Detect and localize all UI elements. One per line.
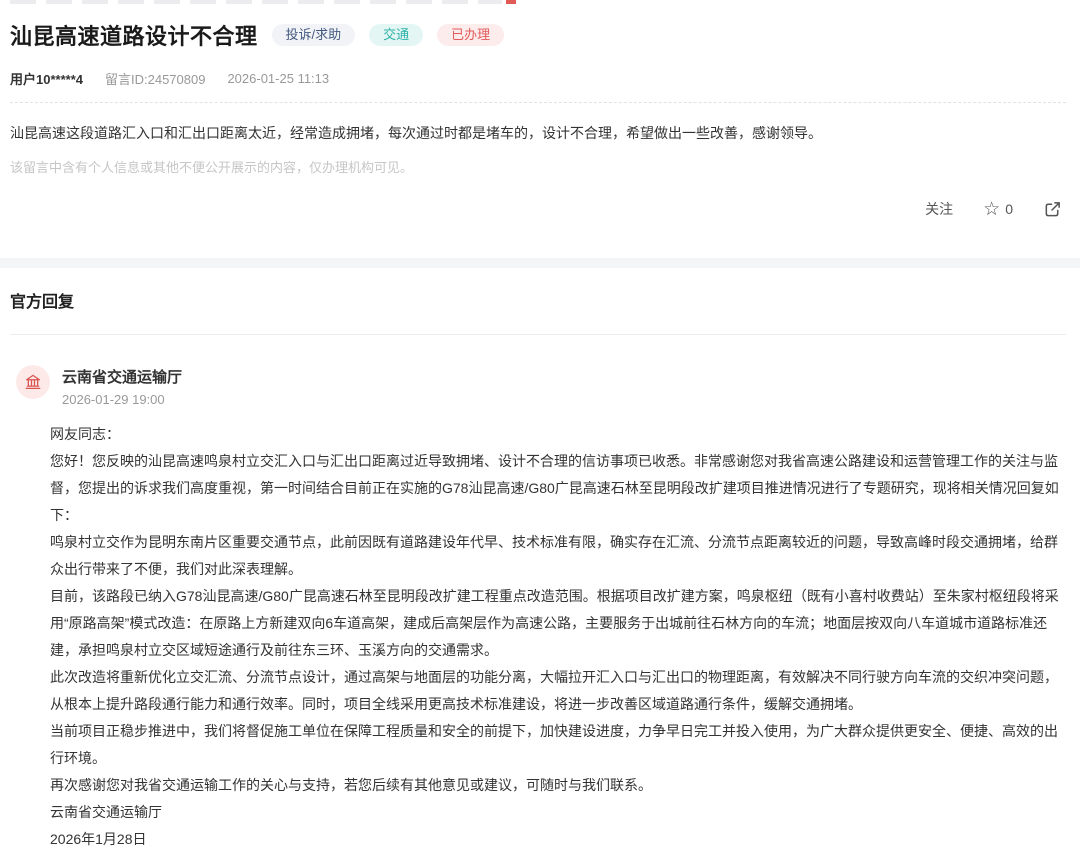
- dashed-divider: [10, 102, 1066, 103]
- reply-paragraph: 云南省交通运输厅: [50, 799, 1060, 826]
- message-id: 留言ID:24570809: [105, 69, 205, 88]
- reply-body: 网友同志：您好！您反映的汕昆高速鸣泉村立交汇入口与汇出口距离过近导致拥堵、设计不…: [10, 421, 1066, 853]
- section-separator: [0, 258, 1080, 268]
- official-reply-card: 官方回复 云南省交通运输厅 2026-01-29 19:00 网友同志：您好！您…: [0, 268, 1080, 863]
- cropped-red-fragment: [506, 0, 516, 4]
- share-icon: [1043, 200, 1062, 219]
- page-title: 汕昆高速道路设计不合理: [10, 19, 258, 51]
- tag-status-processed: 已办理: [437, 24, 504, 46]
- avatar: [16, 365, 50, 399]
- reply-section-title: 官方回复: [10, 288, 1066, 312]
- question-card: 汕昆高速道路设计不合理 投诉/求助 交通 已办理 用户10*****4 留言ID…: [0, 5, 1080, 258]
- reply-paragraph: 此次改造将重新优化立交汇流、分流节点设计，通过高架与地面层的功能分离，大幅拉开汇…: [50, 664, 1060, 718]
- question-content: 汕昆高速这段道路汇入口和汇出口距离太近，经常造成拥堵，每次通过时都是堵车的，设计…: [10, 121, 1066, 145]
- reply-timestamp: 2026-01-29 19:00: [62, 392, 182, 407]
- share-button[interactable]: [1043, 200, 1062, 219]
- follow-button[interactable]: 关注: [925, 199, 953, 219]
- star-button[interactable]: ☆ 0: [983, 200, 1013, 219]
- title-row: 汕昆高速道路设计不合理 投诉/求助 交通 已办理: [10, 19, 1066, 51]
- action-row: 关注 ☆ 0: [10, 196, 1066, 222]
- tag-complaint-type[interactable]: 投诉/求助: [272, 24, 356, 46]
- message-timestamp: 2026-01-25 11:13: [227, 71, 329, 86]
- reply-paragraph: 目前，该路段已纳入G78汕昆高速/G80广昆高速石林至昆明段改扩建工程重点改造范…: [50, 583, 1060, 664]
- message-meta: 用户10*****4 留言ID:24570809 2026-01-25 11:1…: [10, 69, 1066, 88]
- reply-divider: [10, 334, 1066, 335]
- username: 用户10*****4: [10, 69, 83, 88]
- card-bottom-space: [10, 222, 1066, 258]
- reply-paragraph: 鸣泉村立交作为昆明东南片区重要交通节点，此前因既有道路建设年代早、技术标准有限，…: [50, 529, 1060, 583]
- agency-name: 云南省交通运输厅: [62, 366, 182, 387]
- reply-paragraph: 网友同志：: [50, 421, 1060, 448]
- reply-paragraph: 您好！您反映的汕昆高速鸣泉村立交汇入口与汇出口距离过近导致拥堵、设计不合理的信访…: [50, 448, 1060, 529]
- star-count: 0: [1005, 201, 1013, 217]
- reply-paragraph: 2026年1月28日: [50, 826, 1060, 853]
- government-building-icon: [24, 373, 42, 391]
- cropped-content-fragment: [10, 0, 530, 5]
- reply-paragraph: 当前项目正稳步推进中，我们将督促施工单位在保障工程质量和安全的前提下，加快建设进…: [50, 718, 1060, 772]
- author-meta: 云南省交通运输厅 2026-01-29 19:00: [62, 365, 182, 407]
- reply-author-row: 云南省交通运输厅 2026-01-29 19:00: [10, 365, 1066, 407]
- reply-paragraph: 再次感谢您对我省交通运输工作的关心与支持，若您后续有其他意见或建议，可随时与我们…: [50, 772, 1060, 799]
- star-icon: ☆: [983, 200, 1000, 219]
- privacy-note: 该留言中含有个人信息或其他不便公开展示的内容，仅办理机构可见。: [10, 157, 1066, 176]
- tag-field-traffic[interactable]: 交通: [369, 24, 423, 46]
- cropped-text-fragment: [10, 0, 502, 4]
